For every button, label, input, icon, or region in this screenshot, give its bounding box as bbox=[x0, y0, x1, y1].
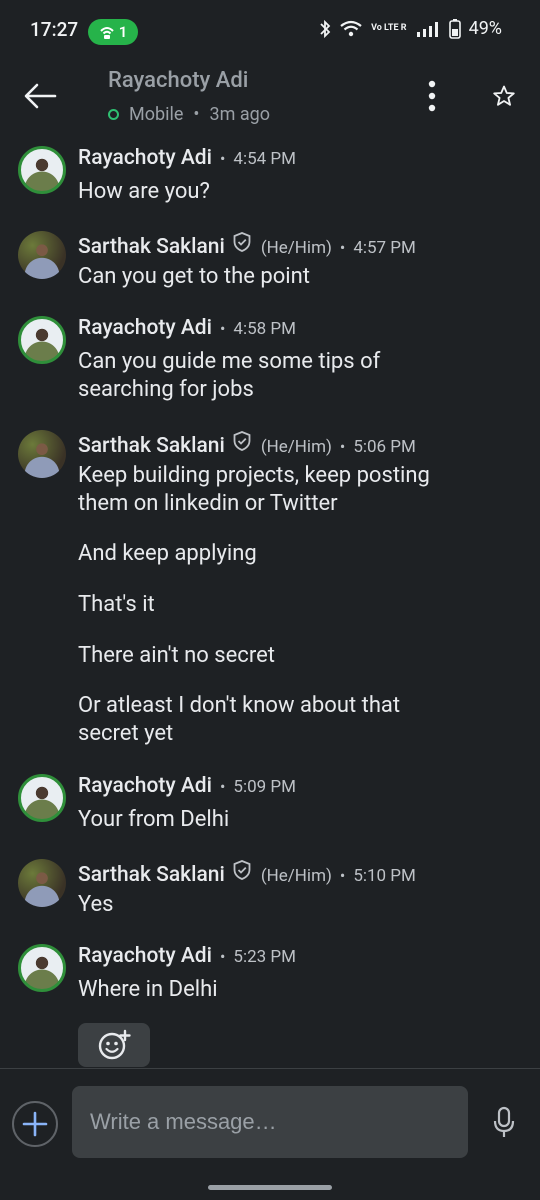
message-text[interactable]: There ain't no secret bbox=[78, 642, 498, 670]
message-header: Rayachoty Adi • 4:54 PM bbox=[78, 146, 296, 170]
bluetooth-icon bbox=[320, 19, 331, 38]
avatar[interactable] bbox=[18, 774, 66, 822]
separator-dot: • bbox=[220, 149, 226, 168]
verified-shield-icon bbox=[233, 232, 251, 252]
message-time: 5:09 PM bbox=[233, 777, 296, 797]
sender-name[interactable]: Rayachoty Adi bbox=[78, 146, 212, 170]
avatar[interactable] bbox=[18, 316, 66, 364]
add-attachment-button[interactable] bbox=[12, 1101, 58, 1147]
add-reaction-button[interactable] bbox=[78, 1023, 150, 1067]
verified-shield-icon bbox=[233, 860, 251, 880]
sender-name[interactable]: Sarthak Saklani bbox=[78, 434, 225, 458]
message-text[interactable]: Keep building projects, keep posting the… bbox=[78, 462, 478, 518]
signal-icon bbox=[416, 21, 438, 37]
message-text[interactable]: Your from Delhi bbox=[78, 806, 498, 834]
avatar[interactable] bbox=[18, 231, 66, 279]
message-text[interactable]: Can you guide me some tips of searching … bbox=[78, 348, 428, 404]
arrow-left-icon bbox=[24, 83, 57, 109]
message-text[interactable]: Yes bbox=[78, 891, 498, 919]
message-time: 4:54 PM bbox=[233, 149, 296, 169]
message-text[interactable]: That's it bbox=[78, 591, 498, 619]
sender-name[interactable]: Rayachoty Adi bbox=[78, 316, 212, 340]
pronouns: (He/Him) bbox=[260, 238, 332, 258]
sender-name[interactable]: Sarthak Saklani bbox=[78, 235, 225, 259]
separator-dot: • bbox=[339, 437, 346, 456]
separator-dot: • bbox=[339, 238, 346, 257]
back-button[interactable] bbox=[18, 76, 62, 116]
sender-name[interactable]: Sarthak Saklani bbox=[78, 863, 225, 887]
microphone-icon bbox=[493, 1106, 515, 1137]
hotspot-icon bbox=[99, 27, 114, 39]
message-time: 5:23 PM bbox=[233, 947, 296, 967]
battery-icon bbox=[448, 18, 461, 39]
separator-dot: • bbox=[220, 777, 226, 796]
home-indicator[interactable] bbox=[208, 1185, 332, 1190]
pronouns: (He/Him) bbox=[260, 866, 332, 886]
separator-dot: • bbox=[220, 947, 226, 966]
separator-dot: • bbox=[339, 866, 346, 885]
status-icons: Vo LTE R 49% bbox=[319, 18, 502, 39]
presence-dot-icon bbox=[108, 109, 119, 120]
separator-dot: • bbox=[220, 319, 226, 338]
status-bar: 17:27 1 Vo LTE R 49% bbox=[0, 0, 540, 62]
hotspot-badge: 1 bbox=[88, 19, 138, 45]
hotspot-count: 1 bbox=[118, 23, 128, 41]
message-text[interactable]: Or atleast I don't know about that secre… bbox=[78, 692, 458, 748]
last-seen: 3m ago bbox=[209, 104, 270, 125]
conversation-header: Rayachoty Adi Mobile • 3m ago bbox=[0, 62, 540, 138]
presence-status: Mobile • 3m ago bbox=[108, 104, 270, 125]
contact-name[interactable]: Rayachoty Adi bbox=[108, 68, 248, 93]
more-options-button[interactable] bbox=[412, 76, 452, 116]
message-header: Sarthak Saklani (He/Him) • 5:06 PM bbox=[78, 430, 416, 458]
voice-message-button[interactable] bbox=[486, 1100, 522, 1146]
message-text[interactable]: And keep applying bbox=[78, 540, 498, 568]
message-input[interactable] bbox=[72, 1086, 468, 1158]
avatar[interactable] bbox=[18, 859, 66, 907]
message-time: 4:58 PM bbox=[233, 319, 296, 339]
message-time: 5:10 PM bbox=[353, 866, 416, 886]
verified-shield-icon bbox=[233, 431, 251, 451]
avatar[interactable] bbox=[18, 146, 66, 194]
message-text[interactable]: Where in Delhi bbox=[78, 976, 498, 1004]
presence-label: Mobile bbox=[129, 104, 184, 125]
plus-icon bbox=[22, 1111, 48, 1137]
sender-name[interactable]: Rayachoty Adi bbox=[78, 944, 212, 968]
avatar[interactable] bbox=[18, 944, 66, 992]
message-header: Rayachoty Adi • 4:58 PM bbox=[78, 316, 296, 340]
volte-label: Vo LTE R bbox=[371, 23, 407, 33]
add-reaction-icon bbox=[98, 1029, 131, 1060]
message-time: 5:06 PM bbox=[353, 437, 416, 457]
message-text[interactable]: Can you get to the point bbox=[78, 263, 498, 291]
message-text[interactable]: How are you? bbox=[78, 178, 498, 206]
wifi-icon bbox=[340, 20, 362, 36]
message-header: Sarthak Saklani (He/Him) • 4:57 PM bbox=[78, 231, 416, 259]
message-time: 4:57 PM bbox=[353, 238, 416, 258]
status-time: 17:27 bbox=[30, 18, 79, 41]
pronouns: (He/Him) bbox=[260, 437, 332, 457]
battery-percent: 49% bbox=[468, 18, 502, 39]
presence-separator: • bbox=[193, 104, 200, 125]
message-header: Rayachoty Adi • 5:23 PM bbox=[78, 944, 296, 968]
sender-name[interactable]: Rayachoty Adi bbox=[78, 774, 212, 798]
star-outline-icon bbox=[493, 85, 515, 106]
message-header: Rayachoty Adi • 5:09 PM bbox=[78, 774, 296, 798]
more-vert-icon bbox=[428, 80, 436, 112]
star-button[interactable] bbox=[484, 76, 524, 116]
avatar[interactable] bbox=[18, 430, 66, 478]
message-header: Sarthak Saklani (He/Him) • 5:10 PM bbox=[78, 859, 416, 887]
